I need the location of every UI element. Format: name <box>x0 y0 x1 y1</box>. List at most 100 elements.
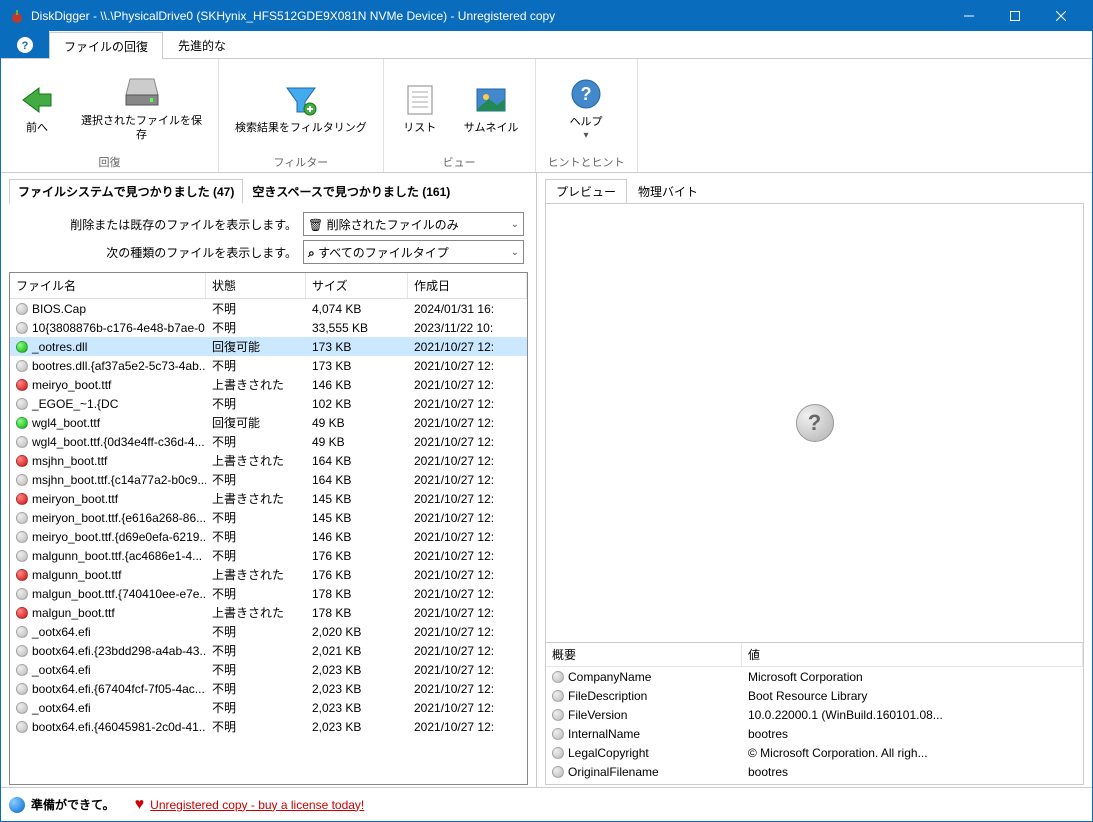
file-name: bootx64.efi.{23bdd298-a4ab-43... <box>32 644 206 658</box>
minimize-button[interactable] <box>946 1 992 31</box>
column-header-status[interactable]: 状態 <box>206 273 306 298</box>
table-row[interactable]: msjhn_boot.ttf 上書きされた 164 KB 2021/10/27 … <box>10 451 527 470</box>
status-dot-icon <box>16 550 28 562</box>
meta-dot-icon <box>552 747 564 759</box>
file-size: 2,023 KB <box>306 662 408 678</box>
metadata-row[interactable]: FileVersion 10.0.22000.1 (WinBuild.16010… <box>546 705 1083 724</box>
table-row[interactable]: BIOS.Cap 不明 4,074 KB 2024/01/31 16: <box>10 299 527 318</box>
meta-value: bootres <box>742 726 1083 742</box>
file-name: _ootx64.efi <box>32 663 91 677</box>
table-row[interactable]: _ootx64.efi 不明 2,023 KB 2021/10/27 12: <box>10 698 527 717</box>
file-size: 102 KB <box>306 396 408 412</box>
question-icon: ? <box>796 404 834 442</box>
file-size: 178 KB <box>306 586 408 602</box>
metadata-row[interactable]: LegalCopyright © Microsoft Corporation. … <box>546 743 1083 762</box>
save-selected-button[interactable]: 選択されたファイルを保 存 <box>77 71 206 143</box>
table-row[interactable]: meiryo_boot.ttf.{d69e0efa-6219... 不明 146… <box>10 527 527 546</box>
table-row[interactable]: msjhn_boot.ttf.{c14a77a2-b0c9... 不明 164 … <box>10 470 527 489</box>
meta-value: 10.0.22000.1 (WinBuild.160101.08... <box>742 707 1083 723</box>
file-size: 145 KB <box>306 491 408 507</box>
table-row[interactable]: bootx64.efi.{46045981-2c0d-41... 不明 2,02… <box>10 717 527 736</box>
status-dot-icon <box>16 702 28 714</box>
filter-results-button[interactable]: 検索結果をフィルタリング <box>231 78 371 137</box>
tab-found-freespace[interactable]: 空きスペースで見つかりました (161) <box>243 179 459 204</box>
metadata-table[interactable]: 概要 値 CompanyName Microsoft Corporation F… <box>546 642 1083 784</box>
statusbar: 準備ができて。 ♥ Unregistered copy - buy a lice… <box>1 787 1092 821</box>
maximize-button[interactable] <box>992 1 1038 31</box>
table-row[interactable]: meiryo_boot.ttf 上書きされた 146 KB 2021/10/27… <box>10 375 527 394</box>
file-date: 2021/10/27 12: <box>408 567 527 583</box>
close-button[interactable] <box>1038 1 1084 31</box>
thumbnail-icon <box>471 80 511 120</box>
file-status: 回復可能 <box>206 413 306 432</box>
column-header-size[interactable]: サイズ <box>306 273 408 298</box>
metadata-row[interactable]: CompanyName Microsoft Corporation <box>546 667 1083 686</box>
metadata-row[interactable]: OriginalFilename bootres <box>546 762 1083 781</box>
table-row[interactable]: meiryon_boot.ttf.{e616a268-86... 不明 145 … <box>10 508 527 527</box>
help-icon: ? <box>566 74 606 114</box>
table-row[interactable]: _ootx64.efi 不明 2,023 KB 2021/10/27 12: <box>10 660 527 679</box>
status-dot-icon <box>16 569 28 581</box>
help-button[interactable]: ? ヘルプ ▾ <box>562 72 610 142</box>
meta-value: bootres <box>742 764 1083 780</box>
metadata-row[interactable]: InternalName bootres <box>546 724 1083 743</box>
file-date: 2021/10/27 12: <box>408 700 527 716</box>
tab-physical-bytes[interactable]: 物理バイト <box>627 179 709 204</box>
file-status: 不明 <box>206 299 306 318</box>
file-date: 2023/11/22 10: <box>408 320 527 336</box>
tab-found-filesystem[interactable]: ファイルシステムで見つかりました (47) <box>9 179 243 204</box>
trash-icon: 🗑 <box>308 218 323 232</box>
meta-key: OriginalFilename <box>568 765 659 779</box>
thumbnail-view-button[interactable]: サムネイル <box>460 78 523 137</box>
table-row[interactable]: _ootx64.efi 不明 2,020 KB 2021/10/27 12: <box>10 622 527 641</box>
file-status: 不明 <box>206 660 306 679</box>
tab-advanced[interactable]: 先進的な <box>163 31 241 58</box>
status-ready-icon <box>9 797 25 813</box>
file-date: 2021/10/27 12: <box>408 415 527 431</box>
file-name: malgun_boot.ttf.{740410ee-e7e... <box>32 587 206 601</box>
meta-column-value[interactable]: 値 <box>742 643 1083 666</box>
file-name: meiryon_boot.ttf.{e616a268-86... <box>32 511 206 525</box>
table-row[interactable]: bootx64.efi.{67404fcf-7f05-4ac... 不明 2,0… <box>10 679 527 698</box>
column-header-name[interactable]: ファイル名 <box>10 273 206 298</box>
tab-preview[interactable]: プレビュー <box>545 179 627 204</box>
list-view-button[interactable]: リスト <box>396 78 444 137</box>
filter-select-deleted[interactable]: 🗑 削除されたファイルのみ ⌄ <box>303 212 524 236</box>
table-row[interactable]: malgunn_boot.ttf 上書きされた 176 KB 2021/10/2… <box>10 565 527 584</box>
tab-file-recovery[interactable]: ファイルの回復 <box>49 32 163 59</box>
table-row[interactable]: bootx64.efi.{23bdd298-a4ab-43... 不明 2,02… <box>10 641 527 660</box>
file-size: 176 KB <box>306 567 408 583</box>
table-row[interactable]: 10{3808876b-c176-4e48-b7ae-0... 不明 33,55… <box>10 318 527 337</box>
table-row[interactable]: meiryon_boot.ttf 上書きされた 145 KB 2021/10/2… <box>10 489 527 508</box>
table-row[interactable]: wgl4_boot.ttf 回復可能 49 KB 2021/10/27 12: <box>10 413 527 432</box>
column-header-date[interactable]: 作成日 <box>408 273 527 298</box>
license-link[interactable]: Unregistered copy - buy a license today! <box>150 798 364 812</box>
file-status: 不明 <box>206 432 306 451</box>
table-row[interactable]: malgunn_boot.ttf.{ac4686e1-4... 不明 176 K… <box>10 546 527 565</box>
back-button[interactable]: 前へ <box>13 78 61 137</box>
ribbon: 前へ 選択されたファイルを保 存 回復 検索結果をフィルタリング フィルター リ… <box>1 59 1092 173</box>
status-dot-icon <box>16 588 28 600</box>
meta-key: FileDescription <box>568 689 647 703</box>
meta-column-key[interactable]: 概要 <box>546 643 742 666</box>
file-name: _ootx64.efi <box>32 625 91 639</box>
table-row[interactable]: bootres.dll.{af37a5e2-5c73-4ab... 不明 173… <box>10 356 527 375</box>
titlebar: DiskDigger - \\.\PhysicalDrive0 (SKHynix… <box>1 1 1092 31</box>
chevron-down-icon: ⌄ <box>511 247 519 258</box>
file-table[interactable]: ファイル名 状態 サイズ 作成日 BIOS.Cap 不明 4,074 KB 20… <box>9 272 528 785</box>
table-row[interactable]: wgl4_boot.ttf.{0d34e4ff-c36d-4... 不明 49 … <box>10 432 527 451</box>
file-date: 2021/10/27 12: <box>408 510 527 526</box>
chevron-down-icon: ⌄ <box>511 219 519 230</box>
table-row[interactable]: _ootres.dll 回復可能 173 KB 2021/10/27 12: <box>10 337 527 356</box>
meta-dot-icon <box>552 690 564 702</box>
file-date: 2021/10/27 12: <box>408 586 527 602</box>
list-icon <box>400 80 440 120</box>
file-size: 49 KB <box>306 415 408 431</box>
filter-select-types[interactable]: ⌕ すべてのファイルタイプ ⌄ <box>303 240 524 264</box>
table-row[interactable]: malgun_boot.ttf.{740410ee-e7e... 不明 178 … <box>10 584 527 603</box>
status-dot-icon <box>16 531 28 543</box>
metadata-row[interactable]: FileDescription Boot Resource Library <box>546 686 1083 705</box>
file-menu-icon[interactable]: ? <box>1 31 49 58</box>
table-row[interactable]: malgun_boot.ttf 上書きされた 178 KB 2021/10/27… <box>10 603 527 622</box>
table-row[interactable]: _EGOE_~1.{DC 不明 102 KB 2021/10/27 12: <box>10 394 527 413</box>
